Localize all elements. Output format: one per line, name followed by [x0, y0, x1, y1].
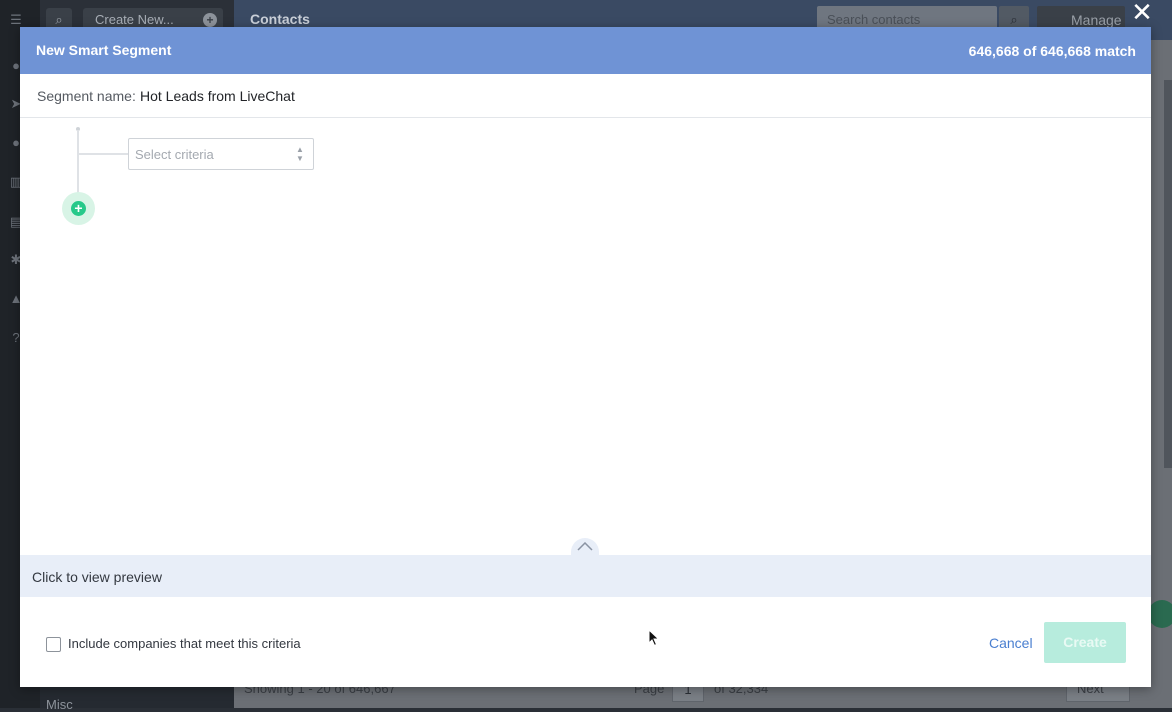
collapse-preview-toggle[interactable]: [571, 538, 599, 555]
modal-header: New Smart Segment 646,668 of 646,668 mat…: [20, 27, 1151, 74]
criteria-placeholder: Select criteria: [135, 147, 214, 162]
modal-footer: Include companies that meet this criteri…: [20, 597, 1151, 687]
plus-circle-icon: +: [71, 201, 86, 216]
chat-bubble-icon: [1148, 600, 1172, 628]
segment-name-field[interactable]: Hot Leads from LiveChat: [140, 88, 295, 104]
background-scrollbar: [1164, 80, 1172, 468]
section-title: Contacts: [250, 11, 310, 27]
nav-item-misc: Misc: [46, 697, 73, 712]
cancel-button[interactable]: Cancel: [989, 635, 1033, 651]
new-smart-segment-modal: New Smart Segment 646,668 of 646,668 mat…: [20, 27, 1151, 687]
create-button[interactable]: Create: [1044, 622, 1126, 663]
select-criteria-dropdown[interactable]: Select criteria ▲ ▼: [128, 138, 314, 170]
preview-bar[interactable]: Click to view preview: [20, 555, 1151, 597]
segment-name-label: Segment name:: [37, 88, 136, 104]
chevron-up-icon: [577, 542, 593, 551]
updown-arrows-icon: ▲ ▼: [296, 145, 304, 163]
include-companies-checkbox[interactable]: [46, 637, 61, 652]
segment-name-row: Segment name: Hot Leads from LiveChat: [20, 74, 1151, 118]
mouse-cursor-icon: [648, 629, 660, 647]
preview-label: Click to view preview: [32, 569, 162, 585]
plus-icon: +: [203, 13, 217, 27]
tree-connector-horizontal: [79, 153, 128, 155]
include-companies-label: Include companies that meet this criteri…: [68, 636, 301, 651]
menu-icon: ☰: [10, 12, 22, 27]
tree-connector-vertical: [77, 130, 79, 194]
create-new-label: Create New...: [95, 12, 174, 27]
close-icon[interactable]: ✕: [1128, 0, 1156, 26]
add-criteria-button[interactable]: +: [62, 192, 95, 225]
modal-title: New Smart Segment: [36, 42, 172, 58]
match-count: 646,668 of 646,668 match: [968, 43, 1136, 59]
